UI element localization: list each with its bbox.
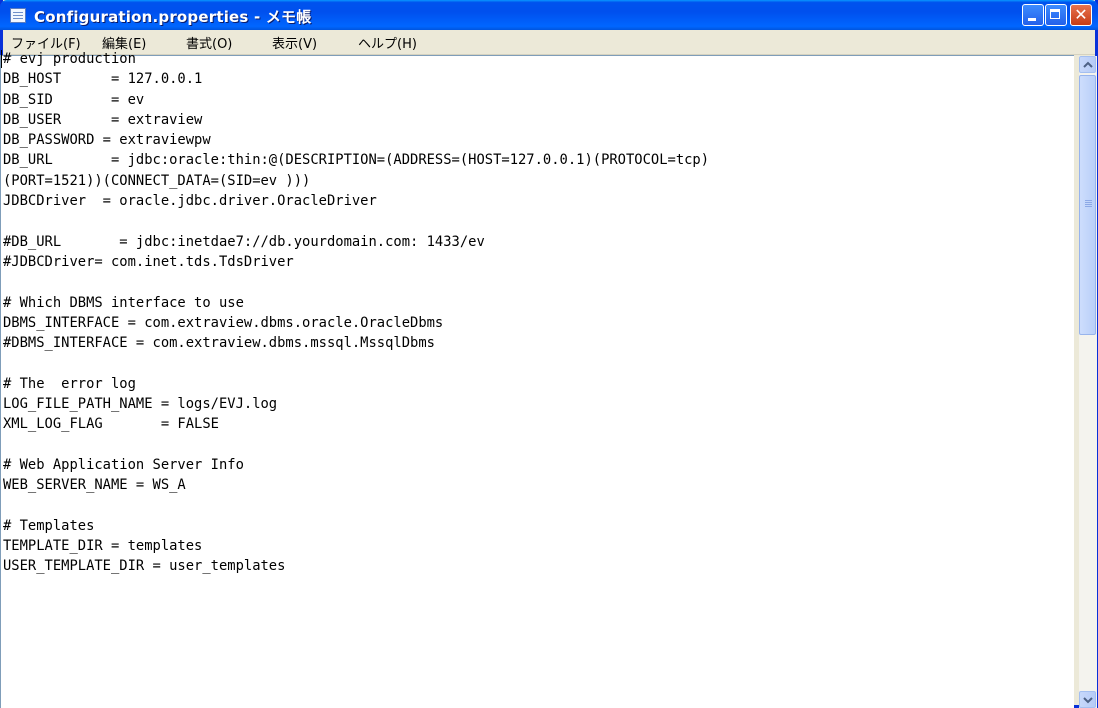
editor-line: DB_HOST = 127.0.0.1 <box>3 71 203 88</box>
scroll-down-arrow-icon <box>1083 697 1093 704</box>
editor-line: USER_TEMPLATE_DIR = user_templates <box>3 558 286 575</box>
close-icon: ✕ <box>1074 5 1088 24</box>
editor-line: TEMPLATE_DIR = templates <box>3 538 203 555</box>
editor-text[interactable]: # evj production DB_HOST = 127.0.0.1 DB_… <box>3 49 709 577</box>
editor-line: DBMS_INTERFACE = com.extraview.dbms.orac… <box>3 314 444 331</box>
editor-line: DB_SID = ev <box>3 91 145 108</box>
editor-line: #JDBCDriver= com.inet.tds.TdsDriver <box>3 253 294 270</box>
editor-line: #DBMS_INTERFACE = com.extraview.dbms.mss… <box>3 335 435 352</box>
editor-line: DB_URL = jdbc:oracle:thin:@(DESCRIPTION=… <box>3 152 710 169</box>
window-title: Configuration.properties - メモ帳 <box>34 8 312 26</box>
minimize-button[interactable] <box>1022 4 1044 26</box>
scroll-down-button[interactable] <box>1079 691 1096 708</box>
editor-line: LOG_FILE_PATH_NAME = logs/EVJ.log <box>3 396 278 413</box>
notepad-icon[interactable] <box>10 8 26 23</box>
scroll-thumb-grip <box>1085 200 1092 201</box>
editor-line: XML_LOG_FLAG = FALSE <box>3 416 219 433</box>
editor-line: # The error log <box>3 375 136 392</box>
scroll-up-button[interactable] <box>1079 56 1096 73</box>
scroll-up-arrow-icon <box>1083 61 1093 68</box>
editor-line: DB_USER = extraview <box>3 111 203 128</box>
maximize-button[interactable] <box>1045 4 1067 26</box>
editor-line: WEB_SERVER_NAME = WS_A <box>3 477 186 494</box>
title-bar[interactable]: Configuration.properties - メモ帳 ✕ <box>0 0 1098 30</box>
editor-line: JDBCDriver = oracle.jdbc.driver.OracleDr… <box>3 193 377 210</box>
editor-line: #DB_URL = jdbc:inetdae7://db.yourdomain.… <box>3 233 485 250</box>
scroll-thumb[interactable] <box>1079 75 1096 335</box>
editor-line: # evj production <box>3 51 136 67</box>
editor-line: # Which DBMS interface to use <box>3 294 244 311</box>
vertical-scrollbar[interactable] <box>1079 56 1097 708</box>
editor-line: # Templates <box>3 517 95 534</box>
editor-line: (PORT=1521))(CONNECT_DATA=(SID=ev ))) <box>3 172 311 189</box>
text-caret <box>1 50 2 68</box>
close-button[interactable]: ✕ <box>1070 4 1092 26</box>
editor-line: DB_PASSWORD = extraviewpw <box>3 132 211 149</box>
editor-line: # Web Application Server Info <box>3 456 244 473</box>
